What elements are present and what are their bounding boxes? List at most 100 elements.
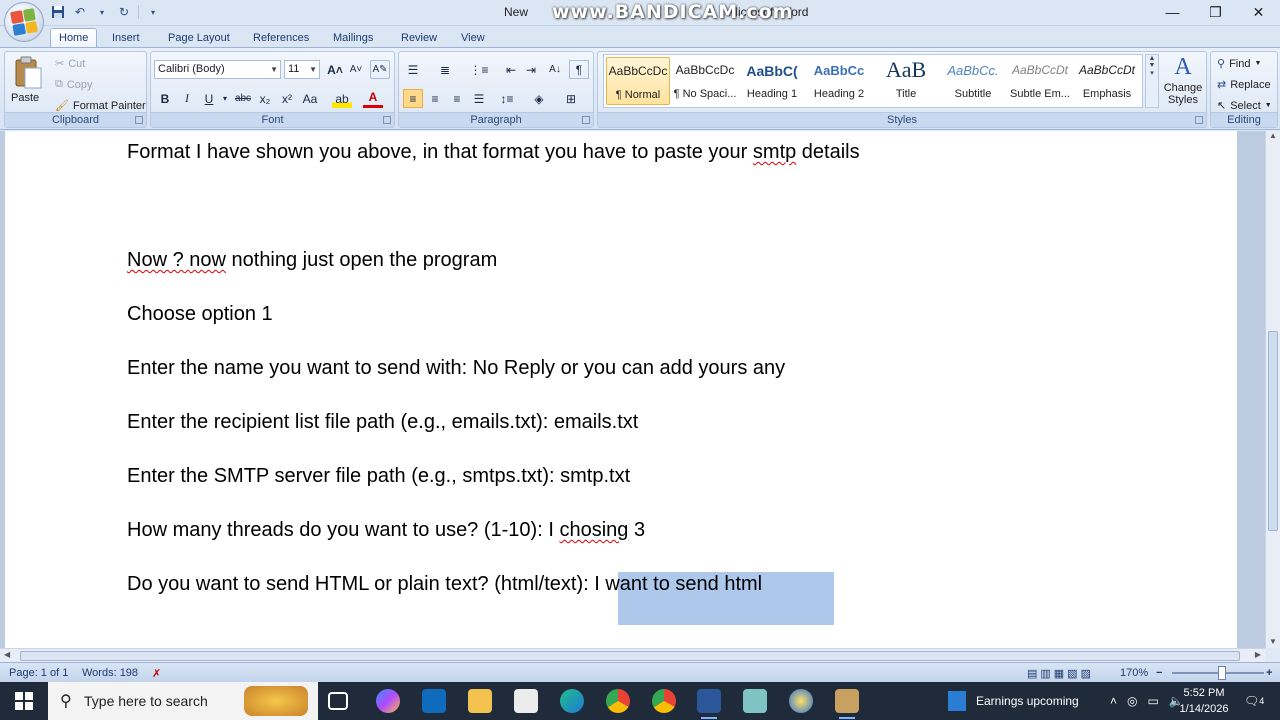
zoom-level[interactable]: 170%	[1120, 667, 1148, 679]
style-emphasis[interactable]: AaBbCcDt Emphasis	[1075, 57, 1139, 105]
style-heading-2[interactable]: AaBbCc Heading 2	[807, 57, 871, 105]
style-heading-1[interactable]: AaBbC( Heading 1	[740, 57, 804, 105]
tab-mailings[interactable]: Mailings	[325, 28, 381, 47]
copy-button[interactable]: ⧉ Copy	[55, 78, 93, 91]
vertical-scrollbar[interactable]: ▲ ▼	[1265, 131, 1280, 648]
tab-insert[interactable]: Insert	[104, 28, 148, 47]
align-left-icon[interactable]: ≡	[403, 89, 423, 108]
paste-icon[interactable]	[13, 56, 43, 89]
edge-icon[interactable]	[560, 689, 584, 713]
style-subtle-emphasis[interactable]: AaBbCcDt Subtle Em...	[1008, 57, 1072, 105]
chevron-up-icon[interactable]: ˄	[1110, 694, 1117, 708]
scroll-up-icon[interactable]: ▲	[1266, 131, 1280, 140]
style-normal[interactable]: AaBbCcDc ¶ Normal	[606, 57, 670, 105]
doc-paragraph[interactable]: Enter the SMTP server file path (e.g., s…	[127, 465, 630, 488]
undo-icon[interactable]: ↶	[72, 4, 88, 20]
scroll-down-icon[interactable]: ▼	[1266, 637, 1280, 646]
horizontal-scrollbar[interactable]: ◀ ▶	[0, 648, 1265, 662]
select-button[interactable]: ↖ Select ▼	[1217, 99, 1272, 113]
sort-icon[interactable]: A↓	[545, 60, 565, 79]
word-count[interactable]: Words: 198	[82, 667, 138, 679]
tab-page-layout[interactable]: Page Layout	[160, 28, 238, 47]
start-button[interactable]	[0, 682, 48, 720]
clock[interactable]: 5:52 PM 1/14/2026	[1176, 685, 1232, 717]
replace-button[interactable]: ⇄ Replace	[1217, 78, 1271, 92]
cut-button[interactable]: ✂ Cut	[55, 57, 85, 71]
misspelled-word[interactable]: smtp	[753, 141, 796, 163]
font-color-icon[interactable]: A	[363, 89, 383, 108]
multilevel-list-icon[interactable]: ⋮≡	[469, 60, 489, 79]
word-icon[interactable]	[697, 689, 721, 719]
maximize-button[interactable]: ❐	[1194, 0, 1237, 24]
shrink-font-button[interactable]: A˅	[346, 60, 366, 79]
font-size-dropdown[interactable]: 11 ▼	[284, 60, 320, 79]
borders-icon[interactable]: ⊞	[561, 89, 581, 108]
redo-icon[interactable]: ↻	[116, 4, 132, 20]
decrease-indent-icon[interactable]: ⇤	[501, 60, 521, 79]
dialog-launcher-icon[interactable]	[582, 116, 590, 124]
style-no-spacing[interactable]: AaBbCcDc ¶ No Spaci...	[673, 57, 737, 105]
paste-button[interactable]: Paste	[11, 92, 39, 104]
zoom-out-button[interactable]: −	[1156, 667, 1162, 679]
file-explorer-icon[interactable]	[468, 689, 492, 713]
line-spacing-icon[interactable]: ↕≡	[497, 89, 517, 108]
grammar-flagged-text[interactable]: now	[189, 249, 226, 271]
doc-paragraph[interactable]: Do you want to send HTML or plain text? …	[127, 573, 762, 596]
font-name-dropdown[interactable]: Calibri (Body) ▼	[154, 60, 281, 79]
doc-paragraph[interactable]: Enter the name you want to send with: No…	[127, 357, 785, 380]
bullets-icon[interactable]: ☰	[403, 60, 423, 79]
show-formatting-icon[interactable]: ¶	[569, 60, 589, 79]
tab-review[interactable]: Review	[393, 28, 445, 47]
numbering-icon[interactable]: ≣	[435, 60, 455, 79]
change-styles-button[interactable]: A Change Styles	[1162, 52, 1204, 112]
style-title[interactable]: AaB Title	[874, 57, 938, 105]
align-right-icon[interactable]: ≡	[447, 89, 467, 108]
tab-references[interactable]: References	[245, 28, 317, 47]
superscript-button[interactable]: x²	[277, 89, 297, 108]
clear-formatting-icon[interactable]: A✎	[370, 60, 390, 79]
notepad-icon[interactable]	[743, 689, 767, 713]
styles-gallery-scroll[interactable]: ▲ ▼ ▾	[1145, 54, 1159, 108]
increase-indent-icon[interactable]: ⇥	[521, 60, 541, 79]
dialog-launcher-icon[interactable]	[383, 116, 391, 124]
doc-paragraph[interactable]: How many threads do you want to use? (1-…	[127, 519, 645, 542]
zoom-slider-thumb[interactable]	[1218, 666, 1226, 680]
network-icon[interactable]: ▭	[1148, 694, 1159, 708]
dialog-launcher-icon[interactable]	[135, 116, 143, 124]
align-center-icon[interactable]: ≡	[425, 89, 445, 108]
save-icon[interactable]	[50, 4, 66, 20]
strikethrough-button[interactable]: abc	[233, 89, 253, 108]
taskbar-search[interactable]: ⚲ Type here to search	[48, 682, 318, 720]
outlook-icon[interactable]	[422, 689, 446, 713]
style-subtitle[interactable]: AaBbCc. Subtitle	[941, 57, 1005, 105]
close-button[interactable]: ✕	[1237, 0, 1280, 24]
dialog-launcher-icon[interactable]	[1195, 116, 1203, 124]
news-widget[interactable]: Earnings upcoming	[948, 682, 1079, 720]
justify-icon[interactable]: ☰	[469, 89, 489, 108]
view-buttons-icon[interactable]: ▤▥▦▧▨	[1027, 667, 1094, 680]
horizontal-scroll-thumb[interactable]	[20, 651, 1240, 661]
page-count[interactable]: Page: 1 of 1	[9, 667, 68, 679]
customize-qat-icon[interactable]: ▾	[145, 4, 161, 20]
doc-paragraph[interactable]: Choose option 1	[127, 303, 273, 326]
change-case-button[interactable]: Aa	[300, 89, 320, 108]
minimize-button[interactable]: —	[1151, 0, 1194, 24]
bold-button[interactable]: B	[155, 89, 175, 108]
python-icon[interactable]	[789, 689, 813, 713]
doc-paragraph[interactable]: Enter the recipient list file path (e.g.…	[127, 411, 638, 434]
tab-home[interactable]: Home	[50, 28, 98, 47]
grammar-flagged-text[interactable]: Now ?	[127, 249, 189, 271]
scroll-right-icon[interactable]: ▶	[1255, 650, 1261, 659]
highlight-icon[interactable]: ab	[332, 89, 352, 108]
search-highlight-icon[interactable]	[244, 686, 308, 716]
misspelled-word[interactable]: chosing	[559, 519, 628, 541]
format-painter-button[interactable]: 🖌 Format Painter	[55, 99, 146, 113]
notifications-button[interactable]: 🗨 4	[1244, 682, 1264, 720]
copilot-icon[interactable]	[376, 689, 400, 713]
italic-button[interactable]: I	[177, 89, 197, 108]
zoom-in-button[interactable]: +	[1266, 667, 1272, 679]
selected-text[interactable]: : I want to send html	[583, 573, 762, 595]
doc-paragraph[interactable]: Now ? now nothing just open the program	[127, 249, 497, 272]
underline-dropdown-icon[interactable]: ▾	[215, 89, 235, 108]
chrome-icon[interactable]	[606, 689, 630, 713]
